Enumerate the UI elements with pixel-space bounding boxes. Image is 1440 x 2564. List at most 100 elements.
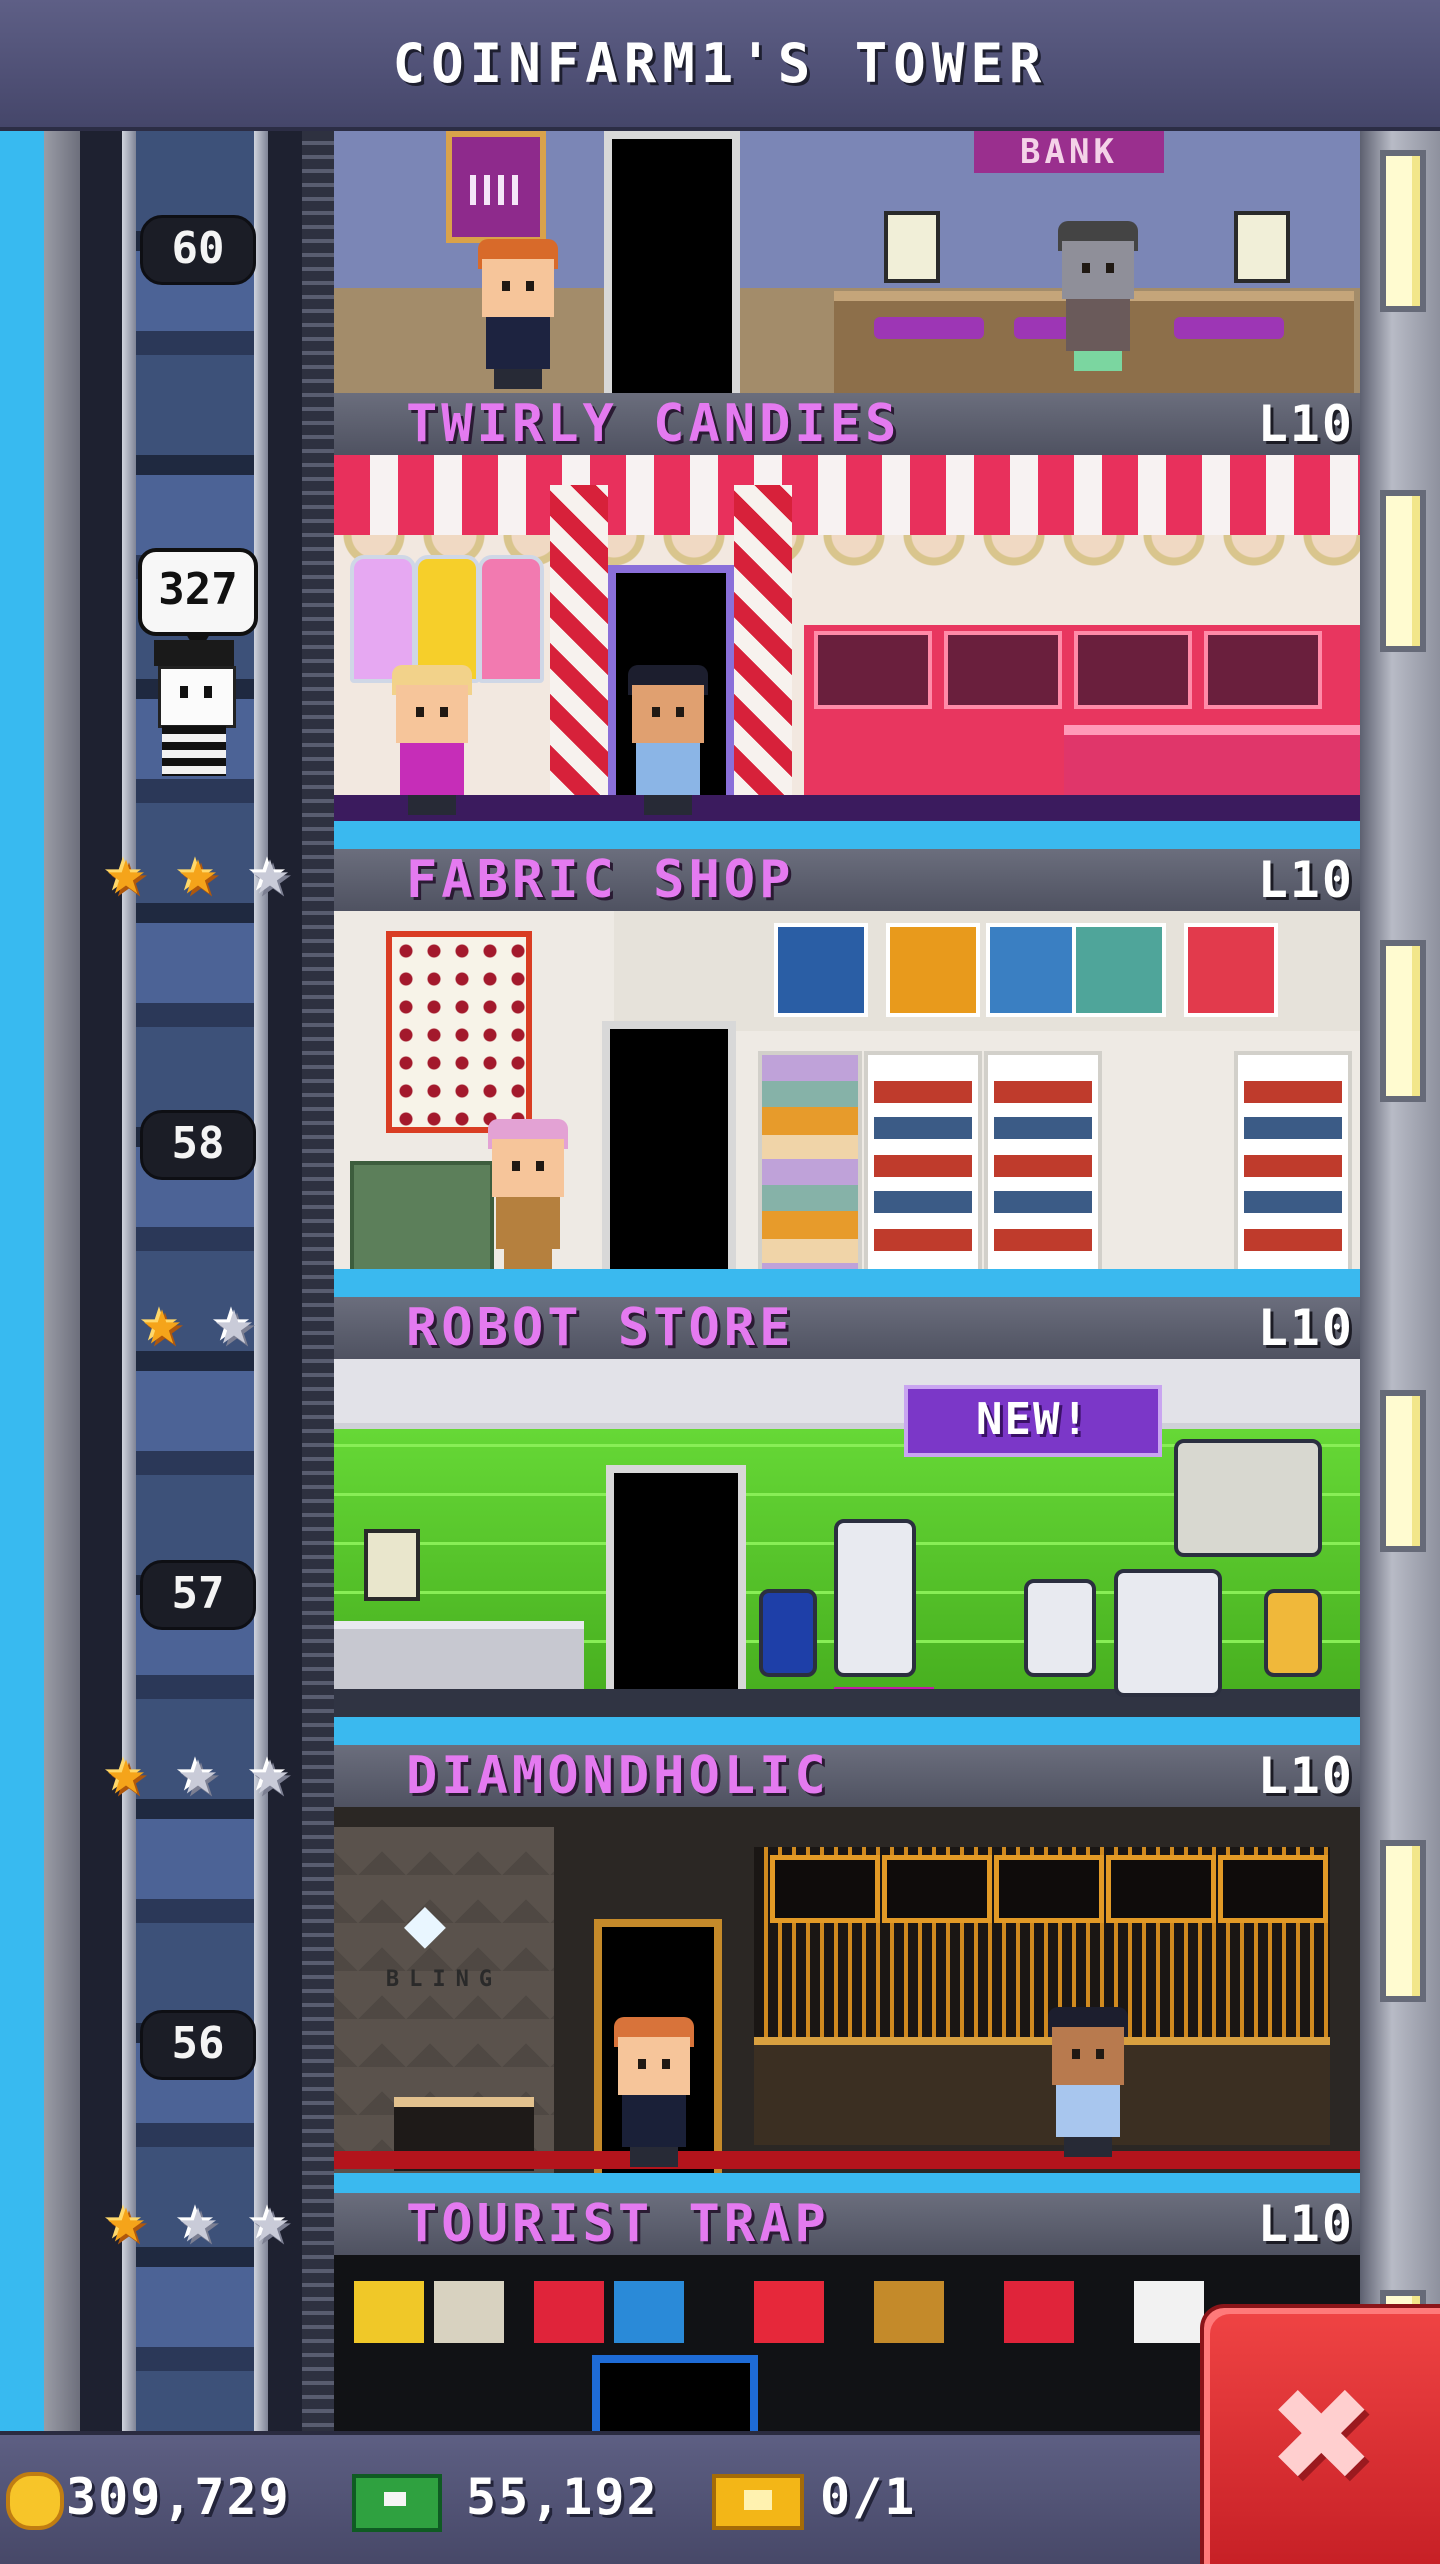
elevator-cable-right [254, 131, 268, 2431]
star-icon: ★ [214, 1283, 254, 1360]
floor-label-fabric-shop[interactable]: FABRIC SHOP L10 [334, 849, 1360, 915]
bank-monitor [884, 211, 940, 283]
floor-name: ROBOT STORE [406, 1298, 795, 1358]
eye [502, 281, 510, 291]
star-icon: ★ [178, 2181, 218, 2258]
robot-sign [759, 1589, 817, 1677]
bling-logo-text: BLING [385, 1967, 503, 1992]
star-icon: ★ [250, 833, 290, 910]
bitizen-zombie-visitor[interactable] [1054, 221, 1142, 371]
robot-door [606, 1465, 746, 1717]
tourist-door [592, 2355, 758, 2431]
fabric-swatch [774, 923, 868, 1017]
visitor-face [158, 666, 236, 728]
robot-sign [1264, 1589, 1322, 1677]
floor-label-robot-store[interactable]: ROBOT STORE L10 [334, 1297, 1360, 1363]
eye [526, 281, 534, 291]
souvenir [534, 2281, 604, 2343]
face [1052, 2027, 1124, 2085]
face [396, 685, 468, 743]
floor-room-robot-store[interactable]: NEW! [334, 1359, 1360, 1717]
souvenir [1134, 2281, 1204, 2343]
close-button[interactable]: ✖ [1200, 2304, 1440, 2564]
candy-jar [414, 555, 480, 683]
body [496, 1197, 560, 1249]
eye [440, 707, 448, 717]
suit [486, 317, 550, 369]
robot-wall [334, 1359, 1360, 1429]
tower-right-wall [1360, 131, 1440, 2431]
bank-sign: BANK [974, 131, 1164, 173]
floor-number-57: 57 [140, 1560, 256, 1630]
star-rating-fabric-shop: ★ ★ [130, 1283, 266, 1360]
souvenir [754, 2281, 824, 2343]
eye [512, 1161, 520, 1171]
fabric-swatch [1072, 923, 1166, 1017]
shaft-wall [44, 131, 80, 2431]
bitizen-worker[interactable] [610, 2017, 698, 2167]
eye [1072, 2049, 1080, 2059]
coin-icon [6, 2472, 64, 2530]
shaft-rail [302, 131, 334, 2431]
candy-shelf-cell [814, 631, 932, 709]
legs [494, 369, 542, 389]
souvenir [434, 2281, 504, 2343]
uniform [636, 743, 700, 795]
bank-pad [1174, 317, 1284, 339]
floor-room-fabric-shop[interactable] [334, 911, 1360, 1269]
thread-shelf [864, 1051, 982, 1269]
window [1380, 490, 1426, 652]
bitizen-security-guard[interactable] [624, 665, 712, 815]
bitizen-worker[interactable] [474, 239, 562, 389]
star-icon: ★ [178, 1733, 218, 1810]
fabric-swatch [886, 923, 980, 1017]
floor-label-tourist-trap[interactable]: TOURIST TRAP L10 [334, 2193, 1360, 2259]
eye [638, 2059, 646, 2069]
floor-label-diamondholic[interactable]: DIAMONDHOLIC L10 [334, 1745, 1360, 1811]
floor-number-58: 58 [140, 1110, 256, 1180]
visitor-floor-bubble[interactable]: 327 [138, 548, 258, 654]
new-item-badge[interactable]: NEW! [904, 1385, 1162, 1457]
fabric-swatch [986, 923, 1080, 1017]
elevator-visitor[interactable] [148, 640, 240, 780]
bitizen-visitor[interactable] [388, 665, 476, 815]
floor-name: FABRIC SHOP [406, 850, 795, 910]
legs [1064, 2137, 1112, 2157]
window [1380, 940, 1426, 1102]
bitizen-security-guard[interactable] [1044, 2007, 1132, 2157]
fabric-cabinet [350, 1161, 494, 1269]
eye [536, 1161, 544, 1171]
floor-label-twirly-candies[interactable]: TWIRLY CANDIES L10 [334, 393, 1360, 459]
window [1380, 1840, 1426, 2002]
star-icon: ★ [250, 2181, 290, 2258]
floor-room-diamondholic[interactable]: ◆ BLING [334, 1807, 1360, 2173]
elevator-cable-left [122, 131, 136, 2431]
floor-level: L10 [1257, 851, 1354, 909]
ticket-icon [712, 2474, 804, 2530]
souvenir [874, 2281, 944, 2343]
visitor-hat [154, 640, 234, 666]
legs [504, 1249, 552, 1269]
eye [662, 2059, 670, 2069]
legs [1074, 351, 1122, 371]
face [482, 259, 554, 317]
floor-room-bank[interactable]: BANK [334, 131, 1360, 393]
star-icon: ★ [106, 1733, 146, 1810]
souvenir [354, 2281, 424, 2343]
star-rating-robot-store: ★ ★ ★ [94, 1733, 302, 1810]
robot-monitor [364, 1529, 420, 1601]
fabric-swatch [1184, 923, 1278, 1017]
bux-count: 55,192 [466, 2468, 659, 2526]
floor-room-twirly-candies[interactable] [334, 455, 1360, 821]
tower-title: COINFARM1'S TOWER [392, 32, 1048, 95]
robot-figure [1024, 1579, 1096, 1677]
bitizen-worker[interactable] [484, 1119, 572, 1269]
window [1380, 1390, 1426, 1552]
souvenir [1004, 2281, 1074, 2343]
candy-shelf-cell [1204, 631, 1322, 709]
star-icon: ★ [106, 2181, 146, 2258]
body [1066, 299, 1130, 351]
uniform [1056, 2085, 1120, 2137]
suit [622, 2095, 686, 2147]
elevator-track [136, 131, 254, 2431]
